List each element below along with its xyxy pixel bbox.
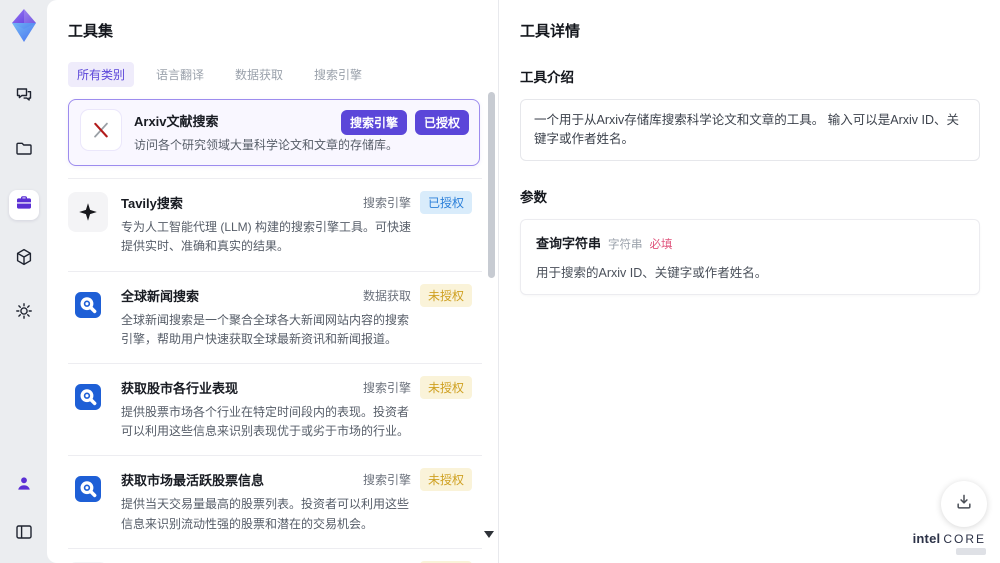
parameter-card: 查询字符串 字符串 必填 用于搜索的Arxiv ID、关键字或作者姓名。: [520, 218, 980, 295]
tool-card-tavily[interactable]: Tavily搜索 专为人工智能代理 (LLM) 构建的搜索引擎工具。可快速提供实…: [68, 178, 482, 272]
tool-description: 全球新闻搜索是一个聚合全球各大新闻网站内容的搜索引擎，帮助用户快速获取全球最新资…: [121, 312, 410, 346]
intro-text: 一个用于从Arxiv存储库搜索科学论文和文章的工具。 输入可以是Arxiv ID…: [520, 99, 980, 161]
tool-description: 提供当天交易量最高的股票列表。投资者可以利用这些信息来识别流动性强的股票和潜在的…: [121, 497, 410, 531]
category-label: 搜索引擎: [362, 380, 411, 395]
tavily-star-icon: [68, 192, 108, 233]
tool-description: 提供股票市场各个行业在特定时间段内的表现。投资者可以利用这些信息来识别表现优于或…: [121, 404, 410, 439]
tool-card-sector-performance[interactable]: 获取股市各行业表现 提供股票市场各个行业在特定时间段内的表现。投资者可以利用这些…: [68, 364, 482, 457]
param-description: 用于搜索的Arxiv ID、关键字或作者姓名。: [536, 265, 768, 280]
param-name: 查询字符串: [536, 235, 602, 251]
page-title: 工具集: [68, 23, 114, 40]
cube-icon: [14, 247, 34, 272]
tool-detail-pane: 工具详情 工具介绍 一个用于从Arxiv存储库搜索科学论文和文章的工具。 输入可…: [499, 0, 1000, 563]
detail-title: 工具详情: [520, 23, 581, 40]
toolbox-icon: [14, 193, 34, 218]
status-badge-unauthorized: 未授权: [419, 283, 472, 307]
sidebar-item-tools[interactable]: [8, 190, 39, 220]
tool-card-global-news[interactable]: 全球新闻搜索 全球新闻搜索是一个聚合全球各大新闻网站内容的搜索引擎，帮助用户快速…: [68, 272, 482, 364]
sidebar-item-settings[interactable]: [9, 298, 39, 328]
tool-list: Arxiv文献搜索 访问各个研究领域大量科学论文和文章的存储库。 搜索引擎 已授…: [68, 99, 482, 563]
category-label: 数据获取: [362, 288, 411, 303]
folder-icon: [14, 139, 34, 164]
tool-list-pane: 工具集 所有类别 语言翻译 数据获取 搜索引擎 Arxiv文献搜索 访问各个研究…: [47, 0, 498, 563]
tool-description: 访问各个研究领域大量科学论文和文章的存储库。: [134, 138, 399, 152]
tab-data-fetch[interactable]: 数据获取: [226, 62, 292, 87]
magnifier-blue-icon: [68, 377, 108, 417]
tool-description: 专为人工智能代理 (LLM) 构建的搜索引擎工具。可快速提供实时、准确和真实的结…: [121, 220, 412, 254]
category-label: 搜索引擎: [362, 473, 411, 488]
category-label: 搜索引擎: [362, 196, 411, 211]
tab-search-engine[interactable]: 搜索引擎: [305, 62, 371, 87]
status-badge-unauthorized: 未授权: [419, 375, 472, 399]
param-required-badge: 必填: [649, 238, 673, 251]
tool-card-regional-news[interactable]: 万维地区新闻查询 查询具体行政区划内的新闻，快速了解各地新闻动态 搜索引擎 未授…: [68, 549, 482, 563]
settings-icon: [14, 301, 34, 326]
magnifier-blue-icon: [68, 469, 108, 509]
download-button[interactable]: [941, 481, 987, 527]
status-badge-authorized: 已授权: [419, 191, 472, 215]
category-badge[interactable]: 搜索引擎: [340, 110, 407, 135]
core-wordmark: core: [943, 532, 986, 546]
params-heading: 参数: [520, 189, 547, 205]
ultra-mark: [956, 548, 986, 555]
status-badge-unauthorized: 未授权: [419, 468, 472, 492]
tool-card-active-stocks[interactable]: 获取市场最活跃股票信息 提供当天交易量最高的股票列表。投资者可以利用这些信息来识…: [68, 456, 482, 549]
category-tabs: 所有类别 语言翻译 数据获取 搜索引擎: [68, 62, 498, 87]
scrollbar-thumb[interactable]: [488, 92, 495, 278]
status-badge-authorized[interactable]: 已授权: [414, 110, 469, 135]
arxiv-logo-icon: [81, 110, 121, 150]
sidebar-item-chat[interactable]: [9, 82, 39, 112]
intel-core-logo: intel core: [913, 532, 986, 555]
sidebar: [0, 0, 47, 563]
sidebar-item-packages[interactable]: [9, 244, 39, 274]
intel-wordmark: intel: [912, 531, 941, 546]
magnifier-blue-icon: [68, 285, 108, 325]
content-area: 工具集 所有类别 语言翻译 数据获取 搜索引擎 Arxiv文献搜索 访问各个研究…: [47, 0, 1000, 563]
intro-heading: 工具介绍: [520, 70, 574, 85]
scroll-down-arrow-icon[interactable]: [484, 531, 494, 538]
download-icon: [954, 492, 974, 517]
sidebar-item-account[interactable]: [9, 471, 39, 501]
param-type: 字符串: [608, 238, 643, 251]
app-logo-icon: [6, 6, 42, 46]
tab-all-categories[interactable]: 所有类别: [68, 62, 135, 87]
tool-card-arxiv[interactable]: Arxiv文献搜索 访问各个研究领域大量科学论文和文章的存储库。 搜索引擎 已授…: [68, 99, 480, 167]
chat-icon: [14, 85, 34, 110]
user-icon: [14, 474, 34, 499]
sidebar-item-files[interactable]: [9, 136, 39, 166]
tab-translation[interactable]: 语言翻译: [147, 62, 213, 87]
panel-toggle-icon: [14, 522, 34, 547]
sidebar-item-collapse[interactable]: [9, 519, 39, 549]
